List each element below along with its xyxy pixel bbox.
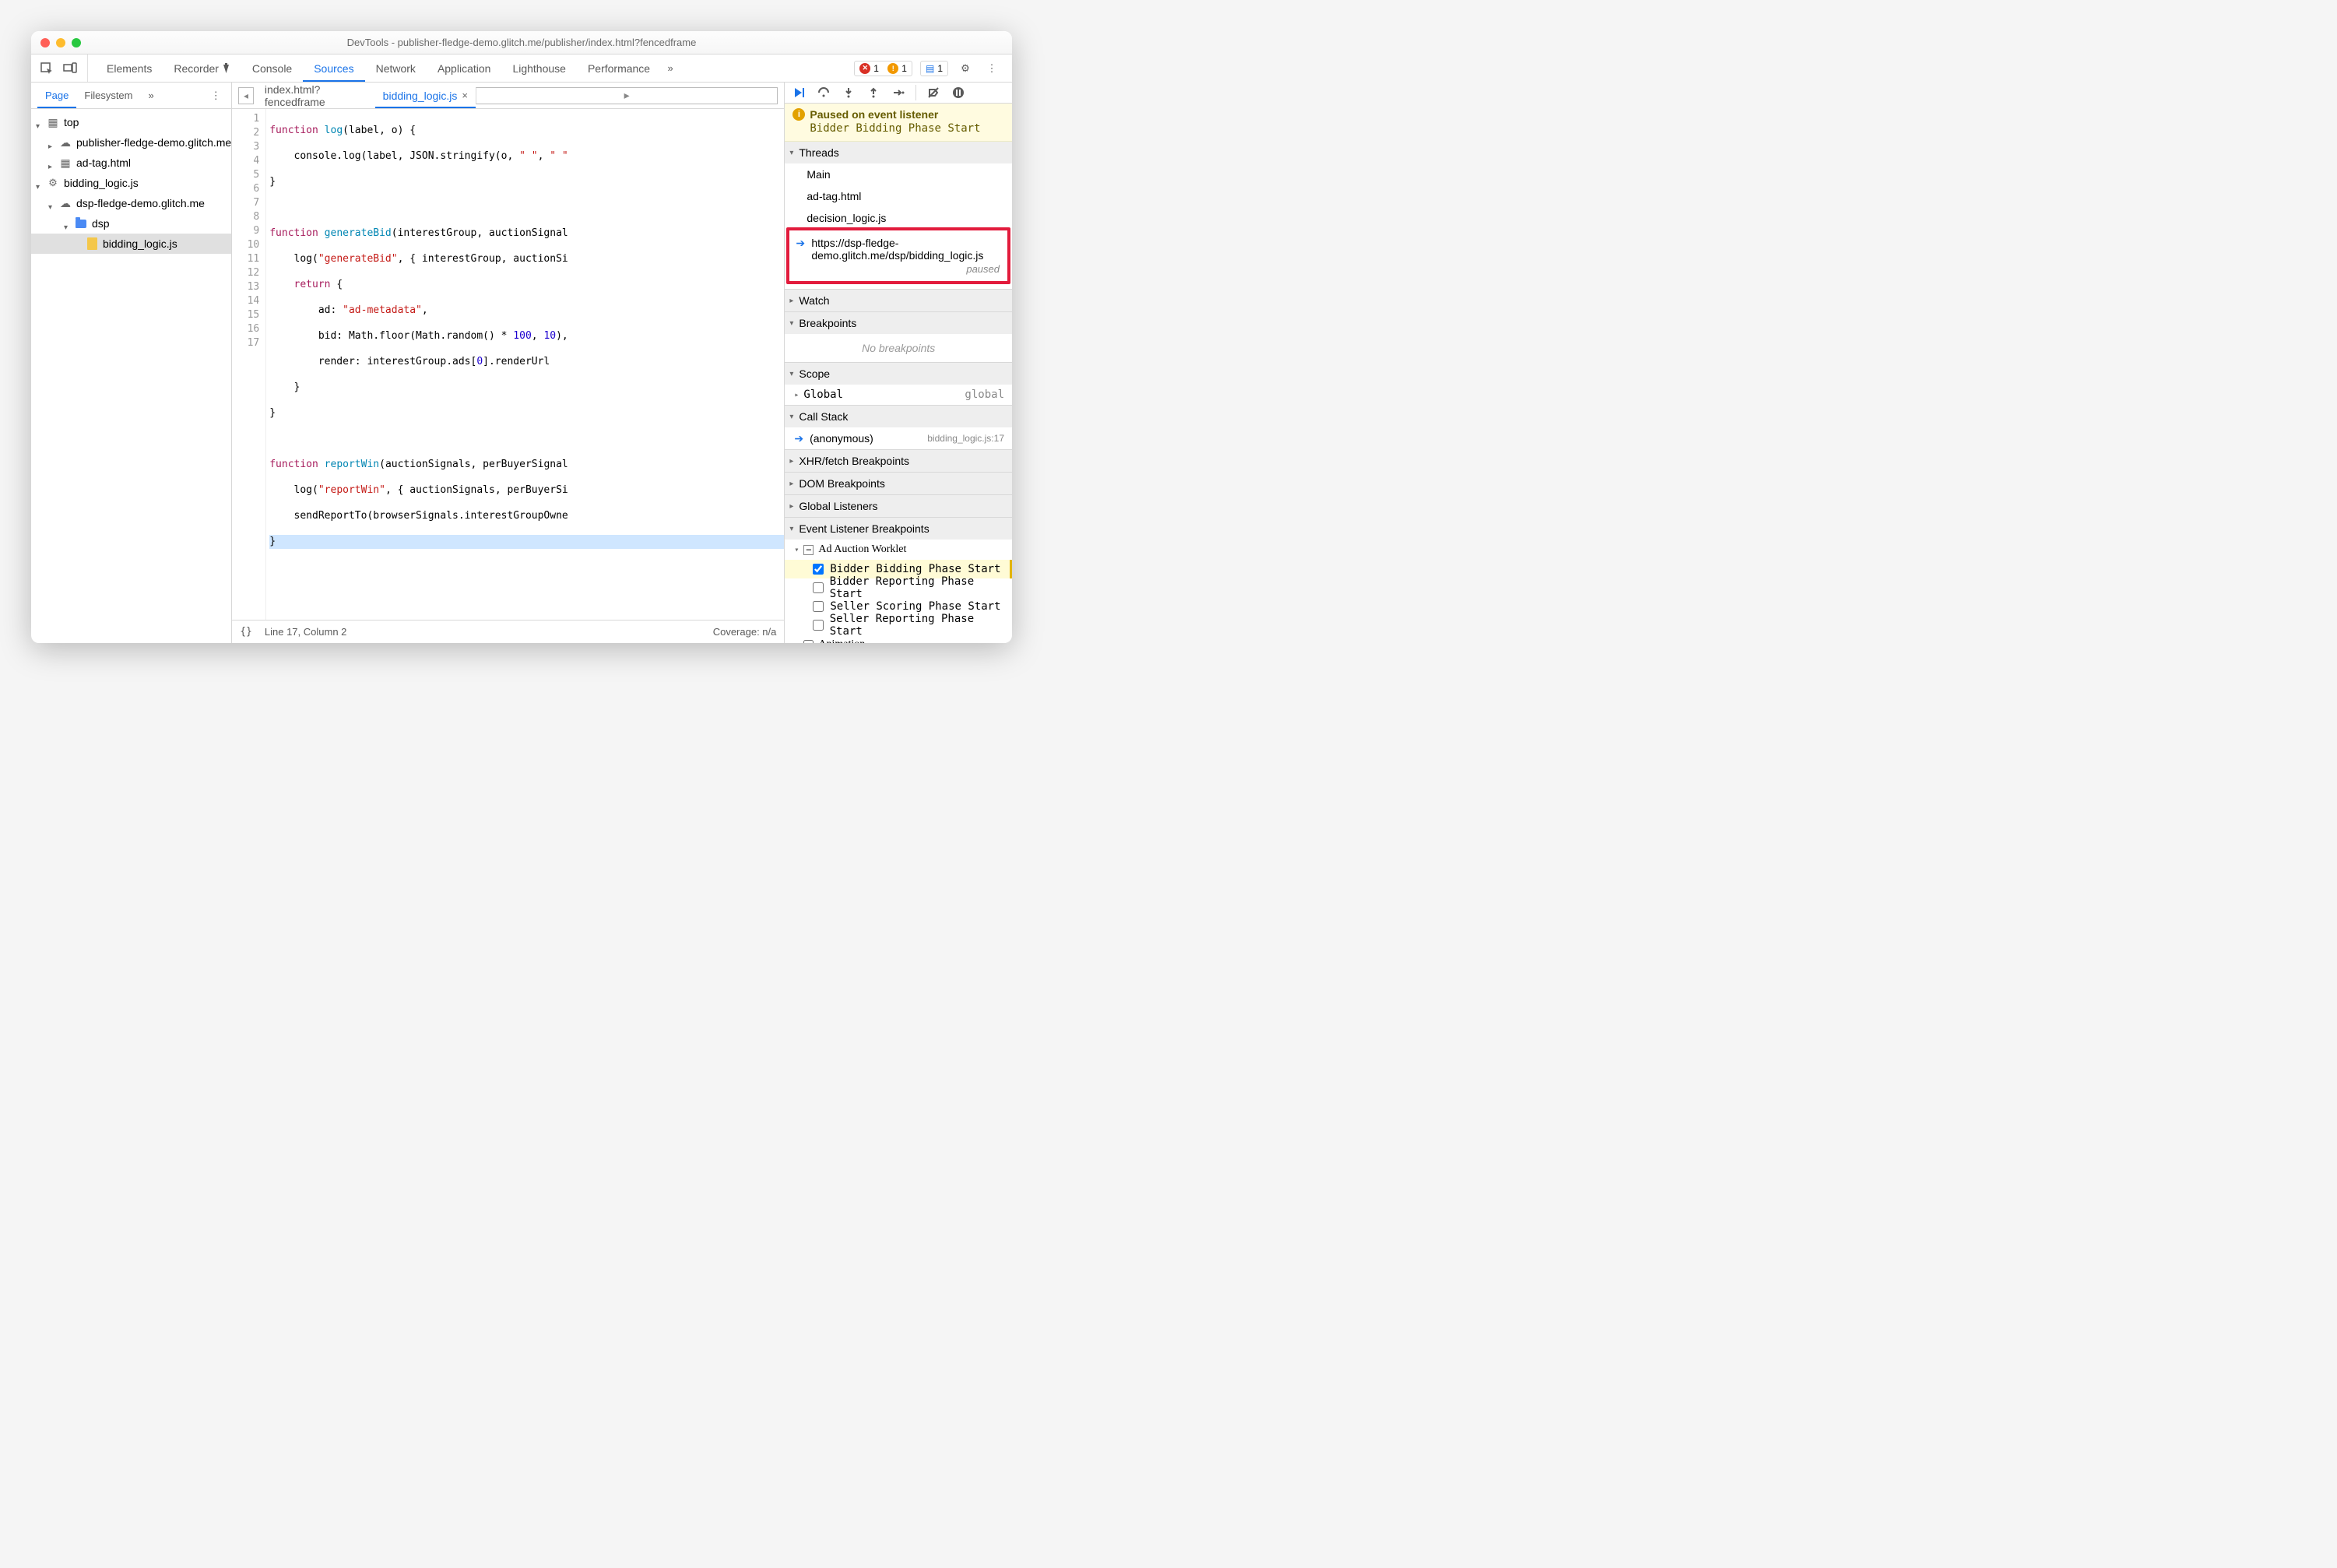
tree-publisher-domain[interactable]: publisher-fledge-demo.glitch.me: [31, 132, 231, 153]
scope-global[interactable]: ▸Globalglobal: [785, 385, 1012, 405]
editor-panel: ◂ index.html?fencedframe bidding_logic.j…: [232, 83, 784, 643]
file-tab-index[interactable]: index.html?fencedframe: [257, 83, 375, 108]
tree-bidding-file[interactable]: bidding_logic.js: [31, 234, 231, 254]
current-frame-icon: ➔: [794, 432, 803, 445]
tab-console[interactable]: Console: [241, 54, 303, 82]
cursor-position: Line 17, Column 2: [265, 626, 347, 638]
step-into-icon[interactable]: [838, 83, 859, 103]
editor-history-back-icon[interactable]: ◂: [238, 87, 254, 104]
close-icon[interactable]: [40, 38, 50, 47]
error-badge[interactable]: ✕1 !1: [854, 61, 912, 76]
paused-banner: iPaused on event listener Bidder Bidding…: [785, 104, 1012, 142]
issues-badge[interactable]: ▤1: [920, 61, 948, 76]
inspect-icon[interactable]: [37, 59, 56, 78]
tree-bidding-group[interactable]: bidding_logic.js: [31, 173, 231, 193]
resume-icon[interactable]: [788, 83, 810, 103]
close-tab-icon[interactable]: ×: [462, 90, 468, 101]
debugger-panel: iPaused on event listener Bidder Bidding…: [784, 83, 1012, 643]
settings-icon[interactable]: ⚙: [956, 59, 975, 78]
minimize-icon[interactable]: [56, 38, 65, 47]
step-out-icon[interactable]: [863, 83, 884, 103]
step-icon[interactable]: [887, 83, 909, 103]
editor-history-fwd-icon[interactable]: ▸: [476, 87, 778, 104]
editor-statusbar: {} Line 17, Column 2 Coverage: n/a: [232, 620, 784, 643]
window-title: DevTools - publisher-fledge-demo.glitch.…: [31, 37, 1012, 48]
navigator-panel: Page Filesystem » ⋮ top publisher-fledge…: [31, 83, 232, 643]
tab-elements[interactable]: Elements: [96, 54, 163, 82]
tree-dsp-domain[interactable]: dsp-fledge-demo.glitch.me: [31, 193, 231, 213]
pane-event-breakpoints[interactable]: ▾Event Listener Breakpoints: [785, 518, 1012, 540]
code-editor[interactable]: 1234567891011121314151617 function log(l…: [232, 109, 784, 620]
tree-top[interactable]: top: [31, 112, 231, 132]
tab-recorder[interactable]: Recorder: [163, 54, 241, 82]
event-checkbox[interactable]: [803, 640, 814, 644]
event-seller-reporting-start[interactable]: Seller Reporting Phase Start: [785, 616, 1012, 635]
tab-network[interactable]: Network: [365, 54, 427, 82]
tree-ad-tag[interactable]: ad-tag.html: [31, 153, 231, 173]
tab-application[interactable]: Application: [427, 54, 502, 82]
thread-dsp-highlighted[interactable]: ➔ https://dsp-fledge-demo.glitch.me/dsp/…: [786, 227, 1010, 284]
deactivate-breakpoints-icon[interactable]: [922, 83, 944, 103]
pane-threads[interactable]: ▾Threads: [785, 142, 1012, 163]
nav-more-icon[interactable]: »: [141, 83, 162, 108]
code-content[interactable]: function log(label, o) { console.log(lab…: [266, 109, 784, 620]
thread-adtag[interactable]: ad-tag.html: [785, 185, 1012, 207]
thread-main[interactable]: Main: [785, 163, 1012, 185]
nav-tab-filesystem[interactable]: Filesystem: [76, 83, 140, 108]
file-tab-bidding[interactable]: bidding_logic.js×: [375, 83, 476, 108]
current-thread-icon: ➔: [796, 237, 805, 250]
pause-exceptions-icon[interactable]: [947, 83, 969, 103]
info-icon: i: [792, 108, 805, 121]
event-checkbox[interactable]: [813, 564, 824, 575]
pane-scope[interactable]: ▾Scope: [785, 363, 1012, 385]
pretty-print-icon[interactable]: {}: [240, 626, 252, 638]
step-over-icon[interactable]: [813, 83, 835, 103]
line-gutter: 1234567891011121314151617: [232, 109, 266, 620]
thread-decision[interactable]: decision_logic.js: [785, 207, 1012, 229]
device-icon[interactable]: [61, 59, 79, 78]
tab-sources[interactable]: Sources: [303, 54, 364, 82]
devtools-window: DevTools - publisher-fledge-demo.glitch.…: [31, 31, 1012, 643]
tab-performance[interactable]: Performance: [577, 54, 661, 82]
pane-dom[interactable]: ▸DOM Breakpoints: [785, 473, 1012, 494]
tree-dsp-folder[interactable]: dsp: [31, 213, 231, 234]
event-cat-auction[interactable]: ▾−Ad Auction Worklet: [785, 540, 1012, 560]
pane-callstack[interactable]: ▾Call Stack: [785, 406, 1012, 427]
coverage-status: Coverage: n/a: [713, 626, 777, 638]
tab-lighthouse[interactable]: Lighthouse: [501, 54, 577, 82]
event-checkbox[interactable]: [813, 601, 824, 612]
kebab-icon[interactable]: ⋮: [982, 59, 1001, 78]
no-breakpoints: No breakpoints: [785, 334, 1012, 362]
pane-xhr[interactable]: ▸XHR/fetch Breakpoints: [785, 450, 1012, 472]
maximize-icon[interactable]: [72, 38, 81, 47]
more-tabs-icon[interactable]: »: [661, 59, 680, 78]
pane-watch[interactable]: ▸Watch: [785, 290, 1012, 311]
nav-tab-page[interactable]: Page: [37, 83, 76, 108]
event-checkbox[interactable]: [813, 620, 823, 631]
main-toolbar: Elements Recorder Console Sources Networ…: [31, 54, 1012, 83]
callstack-frame[interactable]: ➔(anonymous)bidding_logic.js:17: [785, 427, 1012, 449]
titlebar: DevTools - publisher-fledge-demo.glitch.…: [31, 31, 1012, 54]
event-bidder-reporting-start[interactable]: Bidder Reporting Phase Start: [785, 578, 1012, 597]
nav-kebab-icon[interactable]: ⋮: [206, 86, 225, 105]
pane-breakpoints[interactable]: ▾Breakpoints: [785, 312, 1012, 334]
event-checkbox[interactable]: [813, 582, 823, 593]
pane-global-listeners[interactable]: ▸Global Listeners: [785, 495, 1012, 517]
